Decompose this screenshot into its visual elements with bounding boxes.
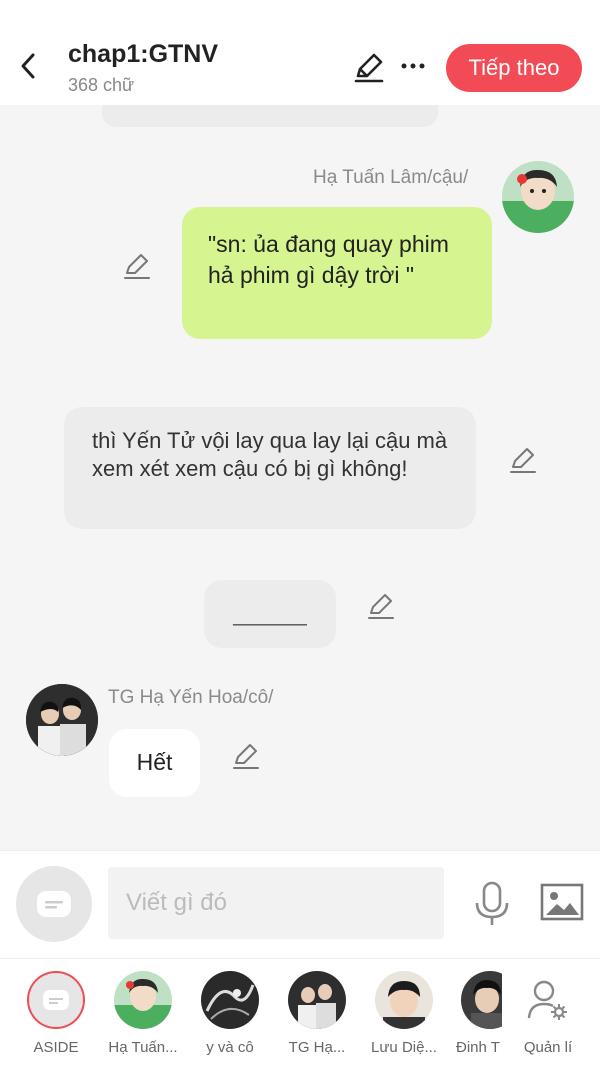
speaker-name: TG Hạ Yến Hoa/cô/ xyxy=(108,687,274,708)
character-bar: ASIDE Hạ Tuấn... y và cô TG Hạ... Lưu Di… xyxy=(0,958,600,1067)
aside-toggle-button[interactable] xyxy=(16,866,92,942)
back-icon[interactable] xyxy=(14,50,42,82)
character-item[interactable]: y và cô xyxy=(190,971,270,1056)
chapter-title: chap1:GTNV xyxy=(68,40,219,68)
microphone-icon[interactable] xyxy=(472,881,512,927)
more-icon[interactable] xyxy=(398,50,428,80)
character-label: Đinh T xyxy=(456,1039,500,1056)
image-icon[interactable] xyxy=(540,883,584,923)
edit-icon[interactable] xyxy=(352,50,386,84)
message-bubble[interactable]: Hết xyxy=(109,729,200,797)
next-button[interactable]: Tiếp theo xyxy=(446,44,582,92)
message-bubble[interactable]: "sn: ủa đang quay phim hả phim gì dậy tr… xyxy=(182,207,492,339)
avatar xyxy=(461,971,502,1029)
top-bar: chap1:GTNV 368 chữ Tiếp theo xyxy=(0,0,600,105)
manage-characters-icon xyxy=(519,971,577,1029)
character-aside[interactable]: ASIDE xyxy=(16,971,96,1056)
speaker-name: Hạ Tuấn Lâm/cậu/ xyxy=(313,167,469,188)
character-label: TG Hạ... xyxy=(288,1039,346,1056)
character-label: y và cô xyxy=(206,1039,254,1056)
character-label: Hạ Tuấn... xyxy=(108,1039,178,1056)
character-label: Quản lí xyxy=(523,1039,573,1056)
narration-bubble[interactable] xyxy=(102,105,438,127)
character-label: ASIDE xyxy=(33,1039,79,1056)
avatar xyxy=(375,971,433,1029)
character-item[interactable]: Lưu Diệ... xyxy=(364,971,444,1056)
word-count: 368 chữ xyxy=(68,75,135,95)
chat-area: Hạ Tuấn Lâm/cậu/ "sn: ủa đang quay phim … xyxy=(0,105,600,850)
narration-bubble[interactable]: thì Yến Tử vội lay qua lay lại cậu mà xe… xyxy=(64,407,476,529)
edit-message-icon[interactable] xyxy=(122,251,152,281)
avatar[interactable] xyxy=(26,684,98,756)
avatar xyxy=(288,971,346,1029)
avatar[interactable] xyxy=(502,161,574,233)
avatar xyxy=(114,971,172,1029)
composer-bar xyxy=(0,850,600,958)
narration-bubble[interactable]: ______ xyxy=(204,580,336,648)
avatar xyxy=(201,971,259,1029)
character-item[interactable]: TG Hạ... xyxy=(277,971,357,1056)
edit-message-icon[interactable] xyxy=(508,445,538,475)
edit-message-icon[interactable] xyxy=(366,591,396,621)
edit-message-icon[interactable] xyxy=(231,741,261,771)
aside-icon xyxy=(27,971,85,1029)
character-label: Lưu Diệ... xyxy=(371,1039,437,1056)
character-manage[interactable]: Quản lí xyxy=(508,971,588,1056)
message-input[interactable] xyxy=(108,867,444,939)
character-item[interactable]: Hạ Tuấn... xyxy=(103,971,183,1056)
character-item[interactable]: Đinh T xyxy=(440,971,502,1056)
